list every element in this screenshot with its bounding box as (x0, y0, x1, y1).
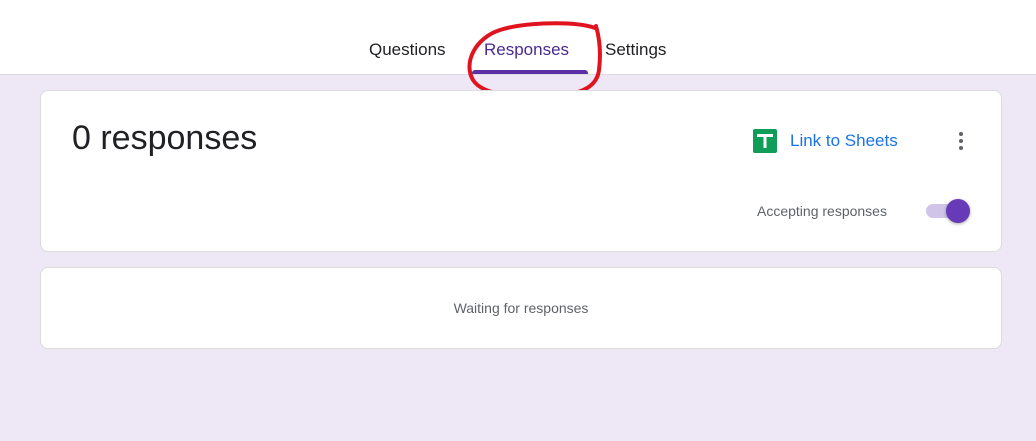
waiting-card: Waiting for responses (40, 267, 1002, 349)
link-to-sheets-label: Link to Sheets (790, 131, 898, 150)
google-sheets-icon (753, 129, 777, 153)
tab-settings[interactable]: Settings (605, 40, 666, 60)
accepting-responses-label: Accepting responses (757, 203, 887, 219)
active-tab-indicator (472, 70, 588, 74)
tab-questions[interactable]: Questions (369, 40, 446, 60)
form-tab-bar: Questions Responses Settings (0, 0, 1036, 75)
response-count: 0 responses (72, 119, 258, 157)
waiting-message: Waiting for responses (453, 300, 589, 316)
link-to-sheets-button[interactable]: Link to Sheets (753, 129, 898, 153)
accepting-responses-toggle[interactable] (924, 198, 972, 224)
more-vert-icon[interactable] (949, 127, 973, 155)
responses-summary-card: 0 responses Link to Sheets Accepting res… (40, 90, 1002, 252)
toggle-thumb (946, 199, 970, 223)
tab-responses[interactable]: Responses (484, 40, 569, 60)
